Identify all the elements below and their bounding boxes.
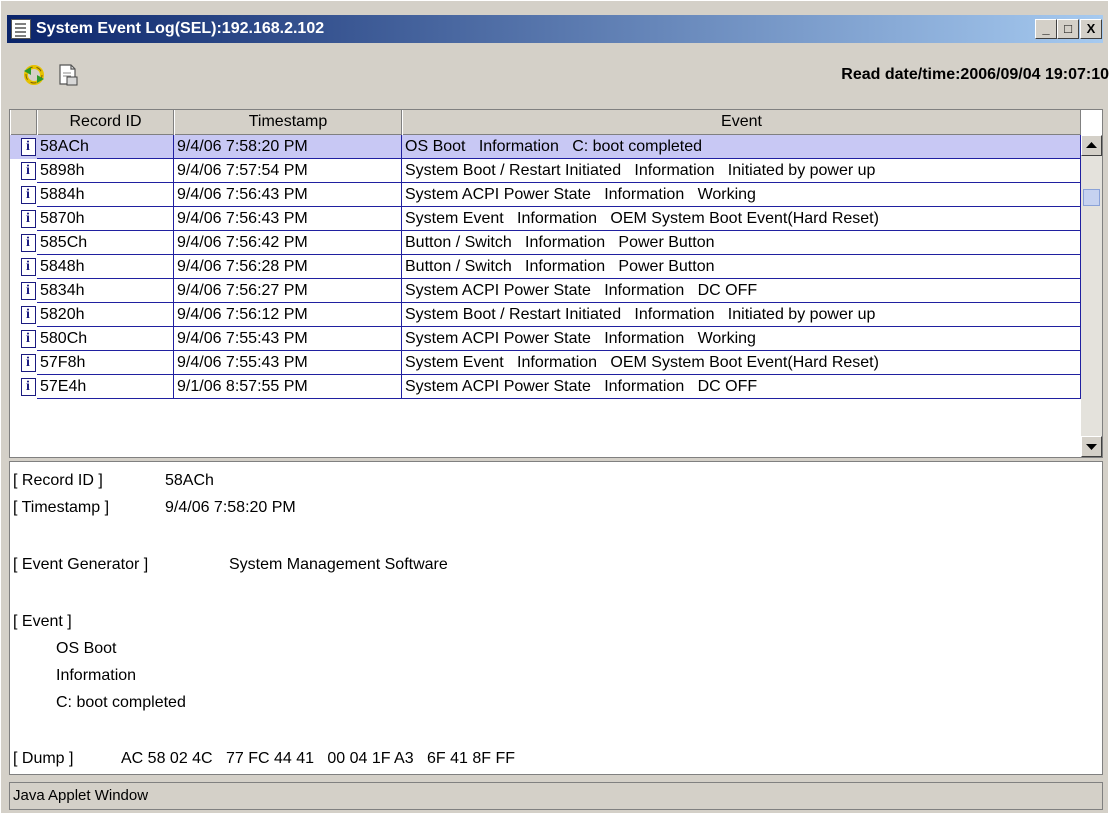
cell-event: System ACPI Power State Information Work… — [402, 183, 1081, 207]
cell-event: System ACPI Power State Information DC O… — [402, 375, 1081, 399]
arrow-down-icon — [1086, 444, 1097, 450]
arrow-up-icon — [1086, 142, 1097, 148]
cell-record-id: 57E4h — [37, 375, 174, 399]
event-generator-label: [ Event Generator ] — [13, 556, 149, 573]
cell-event: Button / Switch Information Power Button — [402, 255, 1081, 279]
table-row[interactable]: i 5870h 9/4/06 7:56:43 PM System Event Info… — [10, 207, 1081, 231]
timestamp-value: 9/4/06 7:58:20 PM — [165, 499, 296, 516]
cell-record-id: 585Ch — [37, 231, 174, 255]
refresh-icon[interactable] — [22, 63, 46, 87]
cell-timestamp: 9/4/06 7:57:54 PM — [174, 159, 402, 183]
info-icon: i — [21, 258, 36, 276]
cell-timestamp: 9/4/06 7:56:28 PM — [174, 255, 402, 279]
table-row[interactable]: i 5898h 9/4/06 7:57:54 PM System Boot / Res… — [10, 159, 1081, 183]
info-icon: i — [21, 138, 36, 156]
cell-record-id: 5848h — [37, 255, 174, 279]
info-icon: i — [21, 282, 36, 300]
table-row[interactable]: i 58ACh 9/4/06 7:58:20 PM OS Boot Informati… — [10, 135, 1081, 159]
info-icon: i — [21, 162, 36, 180]
event-line: C: boot completed — [56, 694, 186, 711]
status-bar: Java Applet Window — [9, 782, 1103, 810]
info-icon: i — [21, 210, 36, 228]
cell-timestamp: 9/4/06 7:55:43 PM — [174, 351, 402, 375]
table-row[interactable]: i 5884h 9/4/06 7:56:43 PM System ACPI Power… — [10, 183, 1081, 207]
cell-record-id: 58ACh — [37, 135, 174, 159]
cell-timestamp: 9/4/06 7:55:43 PM — [174, 327, 402, 351]
dump-value: AC 58 02 4C 77 FC 44 41 00 04 1F A3 6F 4… — [121, 750, 515, 767]
cell-timestamp: 9/4/06 7:56:42 PM — [174, 231, 402, 255]
record-id-label: [ Record ID ] — [13, 472, 103, 489]
scroll-up-button[interactable] — [1081, 135, 1102, 156]
info-icon: i — [21, 234, 36, 252]
read-datetime-label: Read date/time:2006/09/04 19:07:10 — [841, 66, 1109, 83]
sel-window: System Event Log(SEL):192.168.2.102 _ □ … — [0, 0, 1109, 814]
cell-timestamp: 9/4/06 7:56:12 PM — [174, 303, 402, 327]
cell-record-id: 5884h — [37, 183, 174, 207]
timestamp-label: [ Timestamp ] — [13, 499, 110, 516]
cell-record-id: 580Ch — [37, 327, 174, 351]
save-icon[interactable] — [56, 63, 80, 87]
column-header-record-id[interactable]: Record ID — [37, 110, 174, 135]
scroll-down-button[interactable] — [1081, 436, 1102, 457]
info-icon: i — [21, 354, 36, 372]
table-row[interactable]: i 5848h 9/4/06 7:56:28 PM Button / Switch I… — [10, 255, 1081, 279]
column-header-event[interactable]: Event — [402, 110, 1081, 135]
info-icon: i — [21, 186, 36, 204]
event-line: OS Boot — [56, 640, 117, 657]
cell-event: System ACPI Power State Information Work… — [402, 327, 1081, 351]
toolbar: Read date/time:2006/09/04 19:07:10 — [7, 45, 1109, 119]
scroll-thumb[interactable] — [1083, 189, 1100, 206]
info-icon: i — [21, 306, 36, 324]
cell-record-id: 5870h — [37, 207, 174, 231]
cell-event: System Boot / Restart Initiated Informat… — [402, 159, 1081, 183]
cell-timestamp: 9/4/06 7:56:27 PM — [174, 279, 402, 303]
table-row[interactable]: i 57F8h 9/4/06 7:55:43 PM System Event Info… — [10, 351, 1081, 375]
cell-timestamp: 9/4/06 7:56:43 PM — [174, 207, 402, 231]
table-row[interactable]: i 580Ch 9/4/06 7:55:43 PM System ACPI Power… — [10, 327, 1081, 351]
cell-event: System Boot / Restart Initiated Informat… — [402, 303, 1081, 327]
event-line: Information — [56, 667, 137, 684]
record-id-value: 58ACh — [165, 472, 214, 489]
cell-timestamp: 9/4/06 7:56:43 PM — [174, 183, 402, 207]
cell-timestamp: 9/1/06 8:57:55 PM — [174, 375, 402, 399]
info-icon: i — [21, 378, 36, 396]
event-detail-panel: [ Record ID ] 58ACh [ Timestamp ] 9/4/06… — [9, 461, 1103, 775]
cell-event: System Event Information OEM System Boot… — [402, 207, 1081, 231]
cell-record-id: 57F8h — [37, 351, 174, 375]
close-button[interactable]: X — [1080, 19, 1102, 39]
cell-timestamp: 9/4/06 7:58:20 PM — [174, 135, 402, 159]
info-icon: i — [21, 330, 36, 348]
cell-event: System Event Information OEM System Boot… — [402, 351, 1081, 375]
title-bar[interactable]: System Event Log(SEL):192.168.2.102 _ □ … — [7, 15, 1103, 43]
cell-event: Button / Switch Information Power Button — [402, 231, 1081, 255]
table-header: Record ID Timestamp Event — [10, 110, 1081, 135]
window-app-icon — [11, 19, 31, 39]
table-row[interactable]: i 57E4h 9/1/06 8:57:55 PM System ACPI Power… — [10, 375, 1081, 399]
cell-record-id: 5834h — [37, 279, 174, 303]
window-title: System Event Log(SEL):192.168.2.102 — [36, 20, 325, 37]
minimize-button[interactable]: _ — [1035, 19, 1057, 39]
icon-column-header — [10, 110, 37, 135]
table-row[interactable]: i 585Ch 9/4/06 7:56:42 PM Button / Switch I… — [10, 231, 1081, 255]
event-label: [ Event ] — [13, 613, 72, 630]
column-header-timestamp[interactable]: Timestamp — [174, 110, 402, 135]
event-generator-value: System Management Software — [229, 556, 448, 573]
table-scrollbar[interactable] — [1081, 135, 1102, 457]
cell-record-id: 5820h — [37, 303, 174, 327]
table-row[interactable]: i 5834h 9/4/06 7:56:27 PM System ACPI Power… — [10, 279, 1081, 303]
maximize-button[interactable]: □ — [1057, 19, 1079, 39]
cell-event: System ACPI Power State Information DC O… — [402, 279, 1081, 303]
event-table[interactable]: Record ID Timestamp Event i 58ACh 9/4/06 7… — [9, 109, 1103, 458]
cell-record-id: 5898h — [37, 159, 174, 183]
dump-label: [ Dump ] — [13, 750, 74, 767]
table-row[interactable]: i 5820h 9/4/06 7:56:12 PM System Boot / Res… — [10, 303, 1081, 327]
cell-event: OS Boot Information C: boot completed — [402, 135, 1081, 159]
